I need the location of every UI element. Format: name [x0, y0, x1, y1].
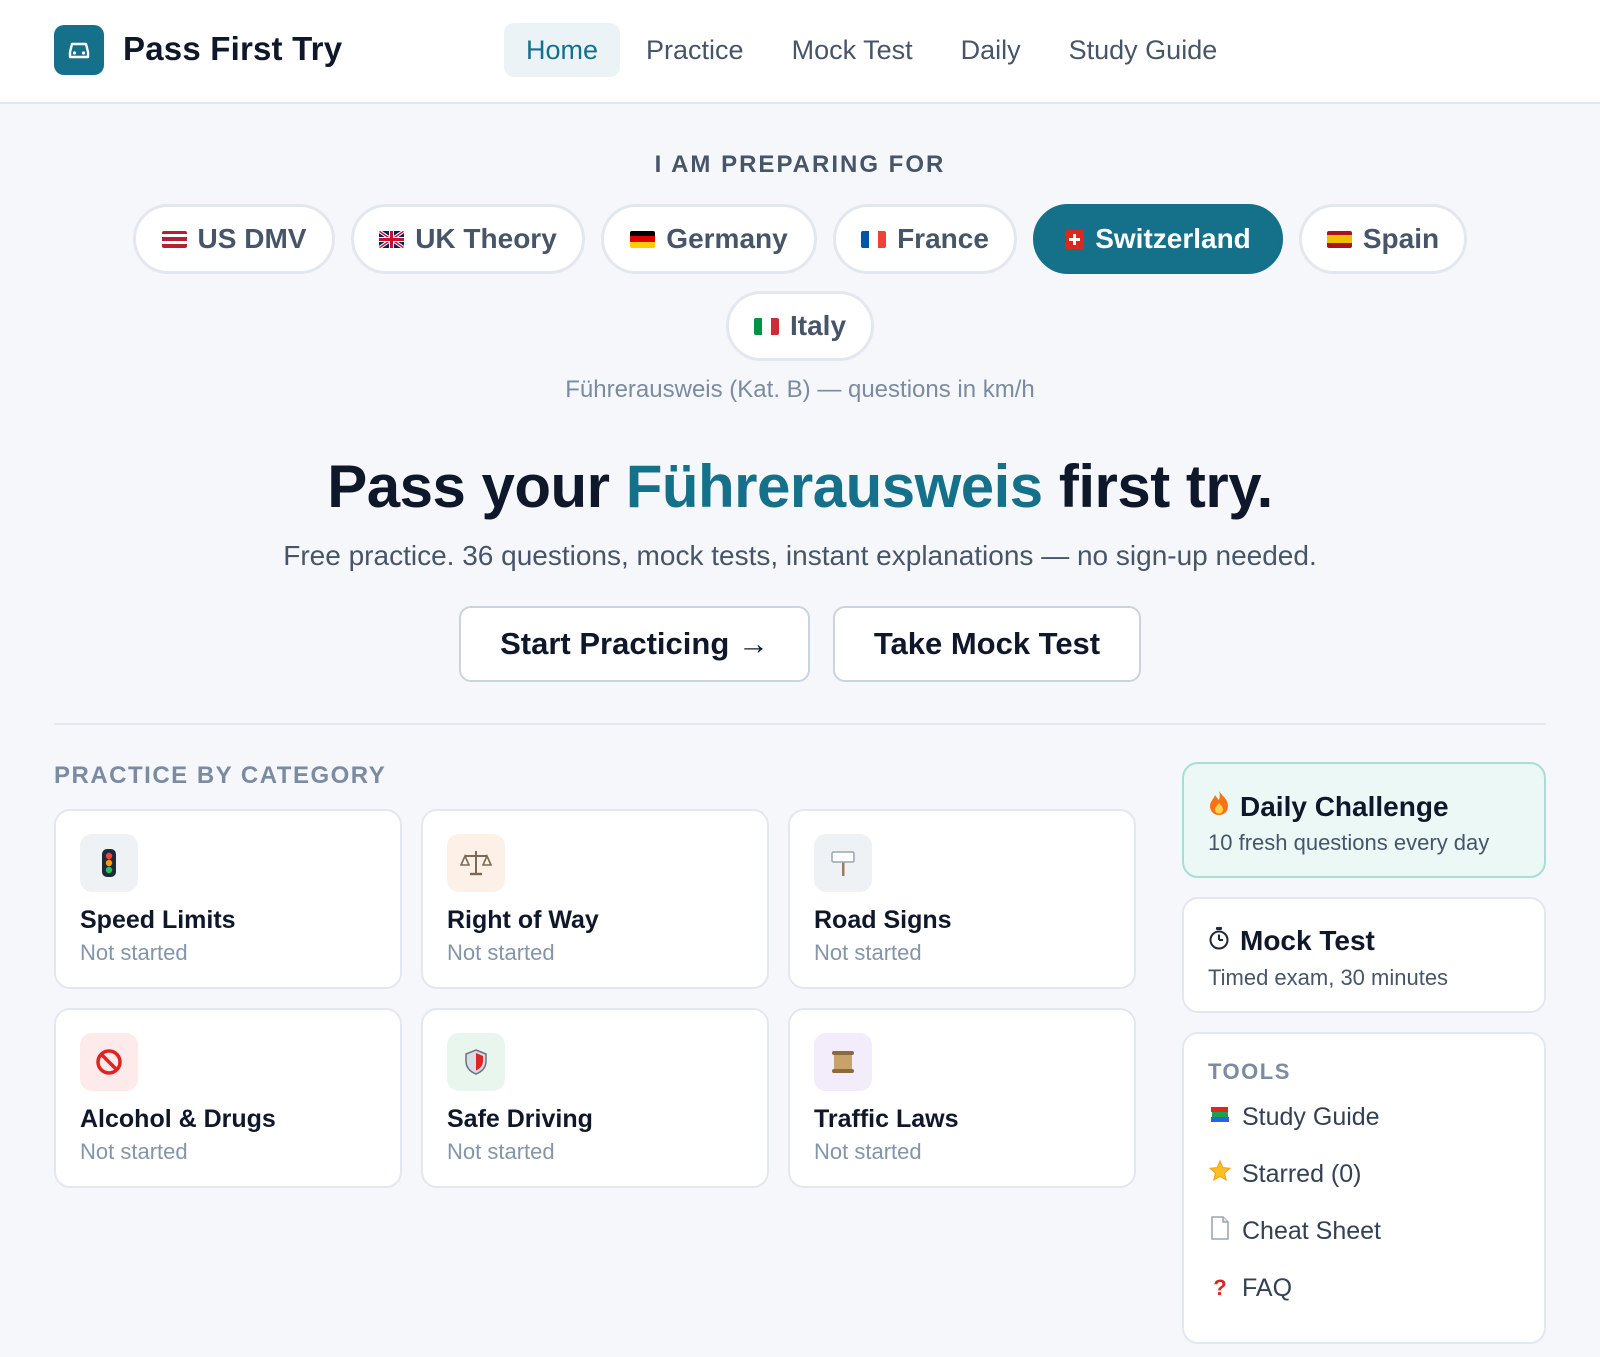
country-pill-italy[interactable]: Italy: [726, 291, 874, 361]
country-label: Italy: [789, 310, 847, 341]
question-icon: ?: [1213, 1275, 1227, 1300]
books-icon: [1208, 1103, 1232, 1131]
car-logo-icon[interactable]: [54, 25, 104, 75]
license-note: Führerausweis (Kat. B) — questions in km…: [565, 376, 1035, 403]
nav-home[interactable]: Home: [504, 23, 621, 77]
scroll-icon: [814, 1033, 872, 1091]
daily-challenge-title: Daily Challenge: [1240, 790, 1449, 822]
traffic-light-icon: [80, 834, 138, 892]
country-pill-france[interactable]: France: [833, 204, 1017, 274]
category-name: Speed Limits: [80, 906, 236, 934]
daily-challenge-title-row: Daily Challenge: [1208, 790, 1449, 823]
category-status: Not started: [80, 940, 188, 965]
country-label: Switzerland: [1095, 223, 1251, 254]
tool-faq[interactable]: ? FAQ: [1208, 1270, 1292, 1306]
category-name: Safe Driving: [447, 1105, 593, 1133]
main-nav: Home Practice Mock Test Daily Study Guid…: [504, 23, 1239, 77]
start-practicing-button[interactable]: Start Practicing →: [459, 606, 810, 682]
nav-study-guide[interactable]: Study Guide: [1047, 23, 1240, 77]
hero-title-accent: Führerausweis: [625, 453, 1044, 520]
tool-cheat-sheet[interactable]: Cheat Sheet: [1208, 1213, 1381, 1249]
fire-icon: [1208, 790, 1230, 823]
hero-title: Pass your Führerausweis first try.: [0, 452, 1600, 521]
nav-mock-test[interactable]: Mock Test: [770, 23, 935, 77]
mock-test-subtitle: Timed exam, 30 minutes: [1208, 965, 1449, 990]
take-mock-test-button[interactable]: Take Mock Test: [833, 606, 1141, 682]
country-label: US DMV: [197, 223, 307, 254]
category-card-alcohol-drugs[interactable]: Alcohol & Drugs Not started: [54, 1008, 402, 1188]
tool-label: FAQ: [1242, 1273, 1293, 1302]
category-card-traffic-laws[interactable]: Traffic Laws Not started: [788, 1008, 1136, 1188]
category-status: Not started: [447, 940, 555, 965]
tool-starred[interactable]: Starred (0): [1208, 1156, 1361, 1192]
nav-daily[interactable]: Daily: [939, 23, 1043, 77]
hero-title-pre: Pass your: [327, 453, 626, 520]
country-label: UK Theory: [415, 223, 557, 254]
category-name: Right of Way: [447, 906, 599, 934]
us-flag-icon: [161, 230, 187, 248]
nav-practice[interactable]: Practice: [624, 23, 766, 77]
top-header: Pass First Try Home Practice Mock Test D…: [0, 0, 1600, 104]
category-card-speed-limits[interactable]: Speed Limits Not started: [54, 809, 402, 989]
category-card-safe-driving[interactable]: Safe Driving Not started: [421, 1008, 769, 1188]
country-pill-us-dmv[interactable]: US DMV: [133, 204, 335, 274]
daily-challenge-subtitle: 10 fresh questions every day: [1208, 830, 1490, 855]
hero-title-post: first try.: [1042, 453, 1273, 520]
country-pill-switzerland[interactable]: Switzerland: [1033, 204, 1283, 274]
category-status: Not started: [80, 1139, 188, 1164]
mock-test-title-row: Mock Test: [1208, 925, 1375, 957]
category-status: Not started: [814, 940, 922, 965]
germany-flag-icon: [630, 230, 656, 248]
tool-label: Study Guide: [1242, 1102, 1380, 1131]
tool-label: Starred (0): [1242, 1159, 1362, 1188]
category-card-right-of-way[interactable]: Right of Way Not started: [421, 809, 769, 989]
daily-challenge-card[interactable]: Daily Challenge 10 fresh questions every…: [1182, 762, 1546, 878]
france-flag-icon: [861, 230, 887, 248]
switzerland-flag-icon: [1065, 229, 1085, 249]
country-label: France: [897, 223, 989, 254]
category-status: Not started: [814, 1139, 922, 1164]
hero-subtitle: Free practice. 36 questions, mock tests,…: [283, 540, 1317, 571]
shield-icon: [447, 1033, 505, 1091]
mock-test-card[interactable]: Mock Test Timed exam, 30 minutes: [1182, 897, 1546, 1013]
preparing-for-heading: I AM PREPARING FOR: [654, 151, 946, 178]
country-label: Germany: [666, 223, 788, 254]
category-card-road-signs[interactable]: Road Signs Not started: [788, 809, 1136, 989]
signpost-icon: [814, 834, 872, 892]
tools-heading: TOOLS: [1208, 1059, 1291, 1084]
country-pill-spain[interactable]: Spain: [1299, 204, 1467, 274]
country-label: Spain: [1362, 223, 1440, 254]
category-name: Road Signs: [814, 906, 952, 934]
scales-icon: [447, 834, 505, 892]
prohibited-icon: [80, 1033, 138, 1091]
tool-study-guide[interactable]: Study Guide: [1208, 1099, 1380, 1135]
italy-flag-icon: [753, 317, 779, 335]
country-pill-germany[interactable]: Germany: [601, 204, 817, 274]
star-icon: [1208, 1159, 1232, 1189]
mock-test-title: Mock Test: [1240, 925, 1375, 956]
country-pill-uk-theory[interactable]: UK Theory: [351, 204, 585, 274]
tool-label: Cheat Sheet: [1242, 1216, 1381, 1245]
tools-card: TOOLS Study Guide Starred (0) Cheat Shee…: [1182, 1032, 1546, 1344]
category-status: Not started: [447, 1139, 555, 1164]
brand-name[interactable]: Pass First Try: [123, 30, 342, 68]
uk-flag-icon: [379, 230, 405, 248]
spain-flag-icon: [1326, 230, 1352, 248]
stopwatch-icon: [1208, 925, 1230, 957]
practice-by-category-heading: PRACTICE BY CATEGORY: [54, 762, 387, 789]
section-divider: [54, 723, 1546, 725]
category-name: Traffic Laws: [814, 1105, 959, 1133]
page-icon: [1208, 1216, 1232, 1246]
category-name: Alcohol & Drugs: [80, 1105, 276, 1133]
